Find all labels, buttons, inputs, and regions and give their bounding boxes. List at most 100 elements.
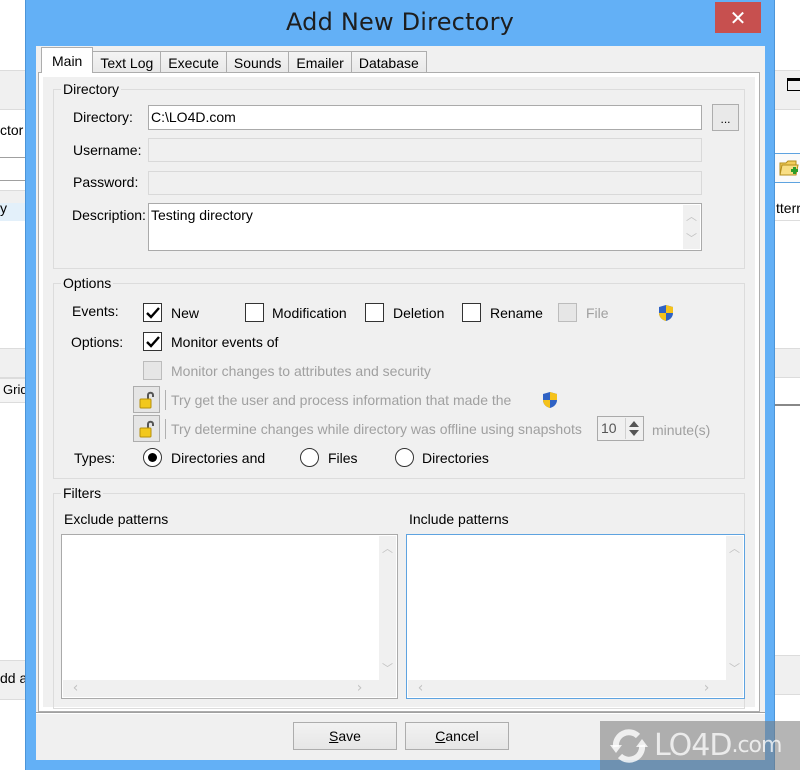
exclude-patterns-textarea[interactable]: ︿ ﹀ ‹ ›: [61, 534, 398, 699]
save-label: ave: [338, 728, 361, 744]
scroll-left-icon[interactable]: ‹: [412, 680, 429, 696]
exclude-patterns-label: Exclude patterns: [64, 511, 169, 527]
description-scrollbar[interactable]: ︿ ﹀: [683, 205, 700, 249]
type-directories-radio[interactable]: [395, 448, 414, 467]
description-textarea[interactable]: Testing directory ︿ ﹀: [148, 203, 702, 251]
watermark-suffix: .com: [731, 733, 782, 758]
event-modification-checkbox[interactable]: [245, 303, 264, 322]
event-new-label[interactable]: New: [171, 305, 199, 321]
event-file-checkbox[interactable]: [558, 303, 577, 322]
bg-label-left: ctor: [0, 122, 24, 138]
event-rename-checkbox[interactable]: [462, 303, 481, 322]
tab-sounds[interactable]: Sounds: [225, 51, 290, 73]
bg-list-line-right: [775, 220, 800, 221]
scroll-up-icon[interactable]: ︿: [726, 540, 743, 556]
type-directories-label[interactable]: Directories: [422, 450, 489, 466]
monitor-attributes-label[interactable]: Monitor changes to attributes and securi…: [171, 363, 431, 379]
options-label: Options:: [71, 334, 124, 350]
offline-snapshots-lock-button[interactable]: [133, 415, 160, 442]
event-modification-label[interactable]: Modification: [272, 305, 347, 321]
save-button[interactable]: Save: [293, 722, 397, 750]
bg-bottom-text-left: dd a: [0, 670, 26, 686]
tab-strip: Main Text Log Execute Sounds Emailer Dat…: [41, 47, 427, 73]
watermark-brand: LO4D: [654, 728, 732, 763]
event-rename-label[interactable]: Rename: [490, 305, 543, 321]
cancel-button[interactable]: Cancel: [405, 722, 509, 750]
include-patterns-textarea[interactable]: ︿ ﹀ ‹ ›: [406, 534, 745, 699]
options-group: Options Events: New Modification Deletio…: [53, 275, 745, 479]
uac-shield-icon: [659, 305, 673, 321]
close-button[interactable]: ✕: [715, 2, 761, 33]
bg-panel-bar-left: [0, 348, 26, 378]
scroll-down-icon[interactable]: ﹀: [726, 660, 743, 676]
user-process-label[interactable]: Try get the user and process information…: [171, 392, 511, 408]
event-new-checkbox[interactable]: [143, 303, 162, 322]
type-files-radio[interactable]: [300, 448, 319, 467]
options-group-legend: Options: [61, 275, 114, 291]
tab-database[interactable]: Database: [350, 51, 427, 73]
snapshot-interval-unit: minute(s): [652, 422, 711, 438]
bg-column-header-right: tterr: [776, 200, 800, 216]
include-hscrollbar[interactable]: ‹ ›: [408, 680, 743, 697]
cancel-label: ancel: [445, 728, 479, 744]
unlock-icon: [139, 391, 154, 408]
monitor-events-checkbox[interactable]: [143, 332, 162, 351]
snapshot-interval-spinner[interactable]: 10: [597, 416, 644, 441]
close-icon: ✕: [729, 5, 747, 30]
monitor-attributes-checkbox[interactable]: [143, 361, 162, 380]
event-deletion-label[interactable]: Deletion: [393, 305, 444, 321]
snapshot-interval-value[interactable]: 10: [601, 420, 617, 436]
exclude-hscrollbar[interactable]: ‹ ›: [63, 680, 396, 697]
bg-input-left[interactable]: [0, 157, 28, 181]
directory-group: Directory Directory: C:\LO4D.com ... Use…: [53, 81, 745, 269]
type-directories-and-files-radio[interactable]: [143, 448, 162, 467]
folder-add-icon[interactable]: [779, 158, 799, 178]
cancel-mnemonic: C: [435, 728, 446, 744]
type-directories-and-files-label[interactable]: Directories and: [171, 450, 265, 466]
directory-input[interactable]: C:\LO4D.com: [148, 105, 702, 130]
spin-down-icon[interactable]: [629, 430, 639, 436]
exclude-vscrollbar[interactable]: ︿ ﹀: [379, 536, 396, 680]
password-input[interactable]: [148, 171, 702, 195]
checkmark-icon: [145, 306, 160, 319]
bg-divider-right: [775, 404, 800, 406]
directory-label: Directory:: [73, 109, 133, 125]
scroll-right-icon[interactable]: ›: [698, 680, 715, 696]
event-deletion-checkbox[interactable]: [365, 303, 384, 322]
bg-grid-label: Grid: [3, 382, 26, 397]
watermark: LO4D .com: [600, 721, 800, 770]
dialog-client-area: Main Text Log Execute Sounds Emailer Dat…: [36, 46, 765, 760]
monitor-events-label[interactable]: Monitor events of: [171, 334, 278, 350]
event-file-label[interactable]: File: [586, 305, 609, 321]
save-mnemonic: S: [329, 728, 339, 744]
bg-panel-bar-right: [775, 348, 800, 378]
uac-shield-icon: [543, 392, 557, 408]
tab-main[interactable]: Main: [41, 47, 94, 73]
scroll-right-icon[interactable]: ›: [351, 680, 368, 696]
browse-button[interactable]: ...: [712, 104, 739, 131]
scroll-up-icon[interactable]: ︿: [683, 208, 700, 224]
description-text: Testing directory: [151, 207, 253, 223]
maximize-icon[interactable]: [787, 78, 800, 91]
description-label: Description:: [72, 207, 146, 223]
offline-snapshots-label[interactable]: Try determine changes while directory wa…: [171, 421, 582, 437]
scroll-down-icon[interactable]: ﹀: [683, 230, 700, 246]
checkmark-icon: [145, 335, 160, 348]
tab-emailer[interactable]: Emailer: [288, 51, 352, 73]
spinner-buttons[interactable]: [625, 418, 642, 439]
spin-up-icon[interactable]: [629, 421, 639, 427]
include-vscrollbar[interactable]: ︿ ﹀: [726, 536, 743, 680]
scroll-left-icon[interactable]: ‹: [67, 680, 84, 696]
bg-status-right: [775, 655, 800, 695]
events-label: Events:: [72, 303, 119, 319]
scroll-down-icon[interactable]: ﹀: [379, 660, 396, 676]
user-process-lock-button[interactable]: [133, 386, 160, 413]
tab-text-log[interactable]: Text Log: [92, 51, 162, 73]
scroll-up-icon[interactable]: ︿: [379, 540, 396, 556]
tab-execute[interactable]: Execute: [160, 51, 227, 73]
type-files-label[interactable]: Files: [328, 450, 358, 466]
username-label: Username:: [73, 142, 142, 158]
tab-page-body: Directory Directory: C:\LO4D.com ... Use…: [43, 77, 755, 709]
username-input[interactable]: [148, 138, 702, 162]
directory-group-legend: Directory: [61, 81, 122, 97]
